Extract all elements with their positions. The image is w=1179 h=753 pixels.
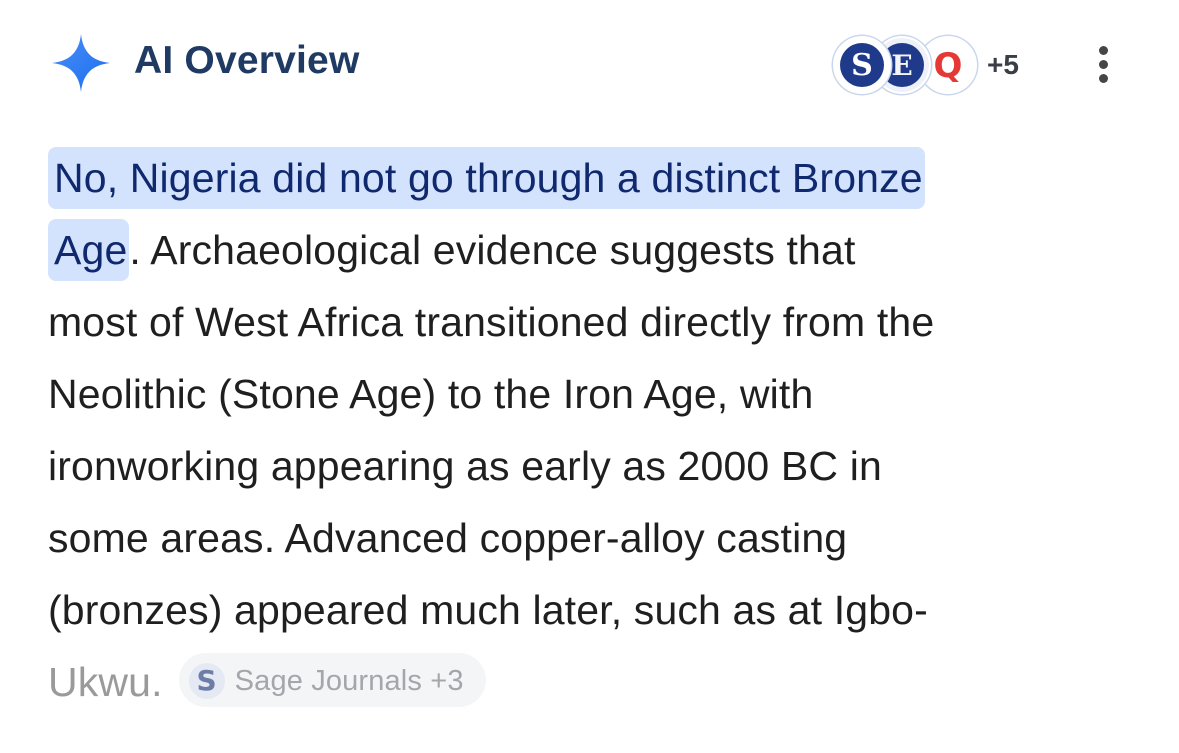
citation-chip[interactable]: S Sage Journals +3 bbox=[178, 653, 486, 708]
answer-line-7: (bronzes) appeared much later, such as a… bbox=[48, 587, 928, 633]
sage-journals-icon-letter: S bbox=[196, 664, 217, 698]
source-e-letter: E bbox=[891, 49, 912, 82]
sage-journals-icon: S bbox=[188, 663, 225, 700]
answer-line-6: some areas. Advanced copper-alloy castin… bbox=[48, 515, 848, 561]
source-s-letter: S bbox=[851, 48, 873, 83]
answer-line-4: Neolithic (Stone Age) to the Iron Age, w… bbox=[48, 371, 814, 417]
ai-overview-answer: No, Nigeria did not go through a distinc… bbox=[48, 142, 1134, 718]
more-sources-count[interactable]: +5 bbox=[987, 48, 1019, 82]
answer-line-1: No, Nigeria did not go through a distinc… bbox=[48, 142, 1134, 214]
answer-line-8-text: Ukwu. bbox=[48, 659, 163, 705]
answer-line-8: Ukwu. S Sage Journals +3 bbox=[48, 646, 1134, 718]
answer-line-2: Age. Archaeological evidence suggests th… bbox=[48, 214, 1134, 286]
ai-overview-title: AI Overview bbox=[134, 39, 360, 82]
more-vert-icon[interactable] bbox=[1090, 44, 1116, 84]
source-s-logo[interactable]: S bbox=[833, 36, 891, 94]
answer-line-2-text: . Archaeological evidence suggests that bbox=[129, 227, 856, 273]
answer-line-5: ironworking appearing as early as 2000 B… bbox=[48, 443, 882, 489]
source-avatars[interactable]: S E Q +5 bbox=[833, 36, 1023, 94]
sparkle-icon bbox=[50, 32, 112, 94]
citation-label: Sage Journals +3 bbox=[234, 665, 464, 698]
highlighted-answer-part-2: Age bbox=[48, 219, 130, 281]
source-q-letter: Q bbox=[934, 46, 963, 86]
ai-overview-header: AI Overview S E Q +5 bbox=[50, 30, 1130, 94]
answer-line-3: most of West Africa transitioned directl… bbox=[48, 299, 935, 345]
highlighted-answer-part-1: No, Nigeria did not go through a distinc… bbox=[48, 147, 925, 209]
